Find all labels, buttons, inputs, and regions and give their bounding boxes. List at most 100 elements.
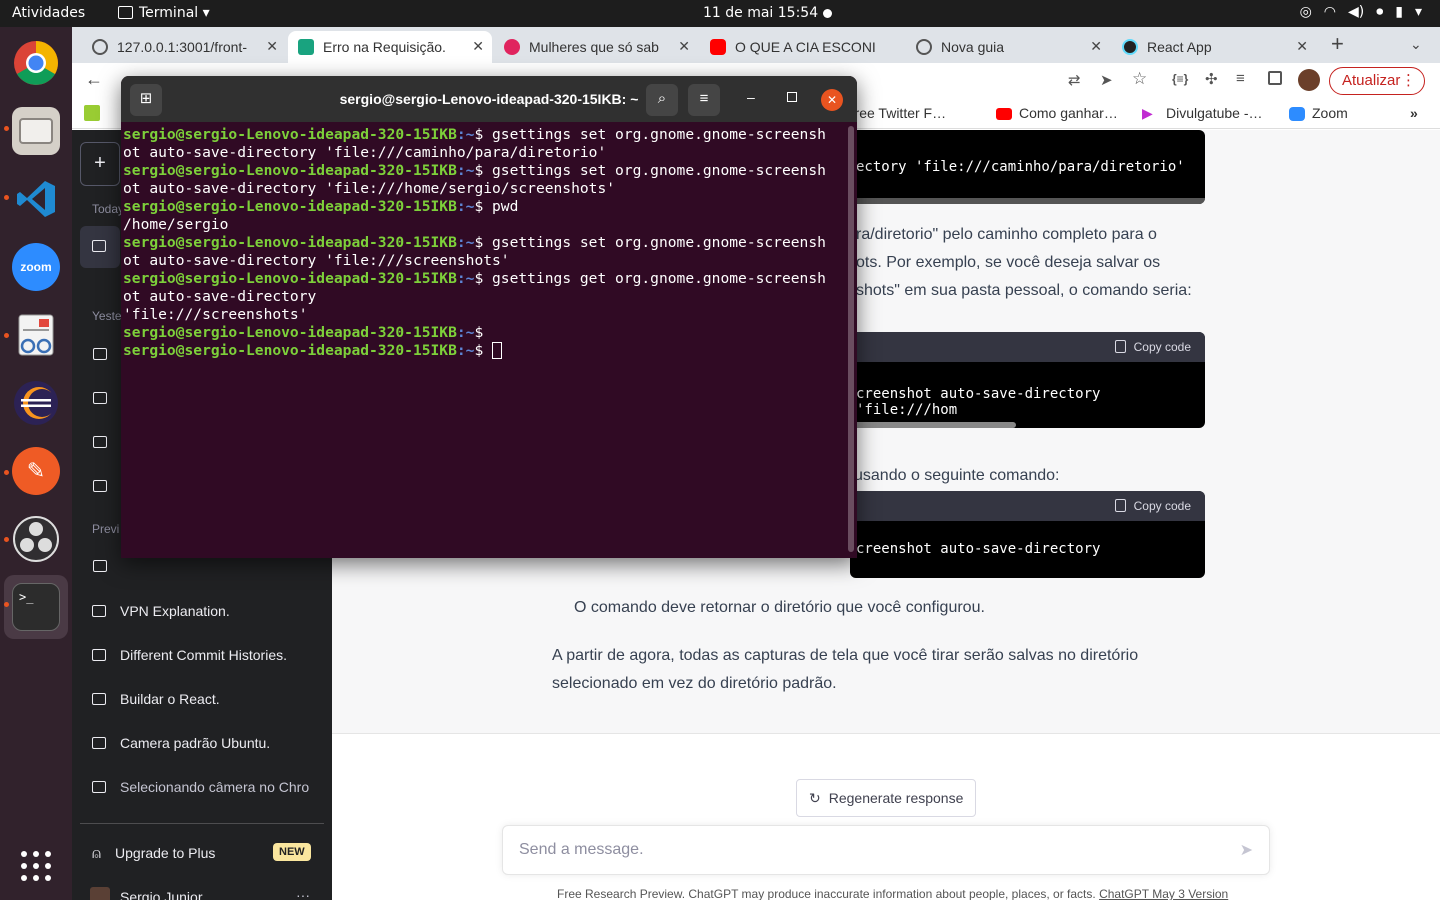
vscode-launcher[interactable] [12,175,60,223]
history-item-selecionando[interactable]: Selecionando câmera no Chro [92,777,312,797]
terminal-window[interactable]: ⊞ sergio@sergio-Lenovo-ideapad-320-15IKB… [121,76,857,558]
tab-strip: 127.0.0.1:3001/front- ✕ Erro na Requisiçã… [72,27,1440,63]
code-scrollbar[interactable] [850,198,1205,204]
side-panel-icon[interactable] [1268,71,1282,85]
chat-icon[interactable] [93,348,107,360]
tab-youtube[interactable]: O QUE A CIA ESCONI [700,31,904,63]
battery-icon[interactable]: ▮ [1395,4,1403,20]
bookmark-divulgatube[interactable]: Divulgatube -… [1166,105,1263,121]
history-item-camera[interactable]: Camera padrão Ubuntu. [92,733,312,753]
extensions-icon[interactable]: ✣ [1205,70,1218,88]
obs-launcher[interactable] [12,515,60,563]
chat-icon[interactable] [93,436,107,448]
terminal-icon: >_ [19,590,34,604]
bookmark-icon[interactable] [84,105,100,121]
update-button[interactable]: Atualizar ⋮ [1329,67,1425,95]
json-viewer-icon[interactable]: {≡} [1172,72,1188,86]
obs-tray-icon[interactable]: ◎ [1300,4,1312,20]
terminal-command-line: sergio@sergio-Lenovo-ideapad-320-15IKB:~… [123,162,845,180]
history-item-vpn[interactable]: VPN Explanation. [92,601,312,621]
code-scrollbar[interactable] [850,422,1016,428]
tab-localhost[interactable]: 127.0.0.1:3001/front- ✕ [82,31,286,63]
terminal-command-line: sergio@sergio-Lenovo-ideapad-320-15IKB:~… [123,198,845,216]
reading-list-icon[interactable]: ≡ [1236,70,1245,87]
back-button[interactable]: ← [85,69,103,90]
user-menu-dots-icon[interactable]: ··· [296,887,310,900]
chrome-launcher[interactable] [12,39,60,87]
bookmark-como-ganhar[interactable]: Como ganhar… [1019,105,1118,121]
show-apps-button[interactable] [20,850,52,882]
section-label-previous: Previ [92,522,120,536]
tab-nova-guia[interactable]: Nova guia ✕ [906,31,1110,63]
chat-icon[interactable] [93,480,107,492]
copy-code-button[interactable]: Copy code [1114,499,1191,513]
user-name[interactable]: Sergio Junior [120,889,203,900]
bookmark-zoom[interactable]: Zoom [1312,105,1348,121]
history-item-commit[interactable]: Different Commit Histories. [92,645,312,665]
version-link[interactable]: ChatGPT May 3 Version [1099,887,1228,900]
close-icon[interactable]: ✕ [266,38,278,55]
clock[interactable]: 11 de mai 15:54 [703,5,818,21]
system-tray[interactable]: ◎ ◠ ◀) ⏺ ▮ ▾ [1300,4,1422,20]
terminal-scrollbar[interactable] [848,126,854,552]
power-menu-icon[interactable]: ▾ [1415,4,1422,20]
more-bookmarks-icon[interactable]: » [1410,105,1418,121]
chrome-icon [14,41,58,85]
terminal-prompt: sergio@sergio-Lenovo-ideapad-320-15IKB [123,198,457,215]
zoom-launcher[interactable]: zoom [12,243,60,291]
bookmark-star-icon[interactable]: ☆ [1132,69,1147,89]
files-launcher[interactable] [12,107,60,155]
menu-button[interactable]: ≡ [688,84,720,116]
document-viewer-launcher[interactable] [12,311,60,359]
app-menu-button[interactable]: Terminal ▾ [118,5,210,21]
bookmark-free-twitter[interactable]: Free Twitter F… [846,105,946,121]
terminal-path: :~ [456,324,475,341]
terminal-output-line: ot auto-save-directory 'file:///screensh… [123,252,510,269]
new-chat-button[interactable]: + [80,142,120,186]
minimize-button[interactable]: – [747,89,755,105]
section-label-yesterday: Yeste [92,309,122,323]
microphone-icon[interactable]: ⏺ [1376,4,1383,20]
terminal-prompt: sergio@sergio-Lenovo-ideapad-320-15IKB [123,126,457,143]
close-icon[interactable]: ✕ [1090,38,1102,55]
wifi-icon[interactable]: ◠ [1324,4,1336,20]
regenerate-response-button[interactable]: ↻ Regenerate response [796,779,976,817]
tab-search-button[interactable]: ⌄ [1410,36,1422,53]
close-button[interactable]: ✕ [821,89,843,111]
close-icon[interactable]: ✕ [472,38,484,55]
tab-chatgpt[interactable]: Erro na Requisição. ✕ [288,31,492,63]
terminal-path: :~ [456,270,475,287]
activities-button[interactable]: Atividades [12,5,85,21]
running-indicator [4,126,9,131]
search-button[interactable]: ⌕ [646,84,678,116]
avatar[interactable] [1298,69,1320,91]
maximize-button[interactable] [787,92,797,102]
eclipse-launcher[interactable] [12,379,60,427]
message-input-box[interactable]: Send a message. ➤ [502,825,1270,875]
chat-icon[interactable] [93,392,107,404]
running-indicator [4,537,9,542]
avatar[interactable] [90,887,110,900]
tab-react-app[interactable]: React App ✕ [1112,31,1316,63]
terminal-header-bar[interactable]: ⊞ sergio@sergio-Lenovo-ideapad-320-15IKB… [121,76,857,122]
send-icon[interactable]: ➤ [1100,71,1113,89]
terminal-output-line: ot auto-save-directory 'file:///caminho/… [123,144,607,161]
message-input[interactable]: Send a message. [519,841,644,859]
translate-icon[interactable]: ⇄ [1068,71,1081,89]
active-chat-item[interactable] [80,226,120,268]
volume-icon[interactable]: ◀) [1348,4,1364,20]
postman-launcher[interactable]: ✎ [12,447,60,495]
divider [80,823,324,824]
close-icon[interactable]: ✕ [1296,38,1308,55]
code-block: Copy code creenshot auto-save-directory [850,491,1205,578]
code-header: Copy code [850,491,1205,521]
close-icon[interactable]: ✕ [678,38,690,55]
copy-code-button[interactable]: Copy code [1114,340,1191,354]
send-icon[interactable]: ➤ [1240,840,1253,860]
new-tab-button[interactable]: + [1331,31,1344,57]
terminal-launcher[interactable]: >_ [12,583,60,631]
chat-icon[interactable] [93,560,107,572]
terminal-output[interactable]: sergio@sergio-Lenovo-ideapad-320-15IKB :~… [123,126,845,360]
tab-mulheres[interactable]: Mulheres que só sab ✕ [494,31,698,63]
history-item-react[interactable]: Buildar o React. [92,689,312,709]
